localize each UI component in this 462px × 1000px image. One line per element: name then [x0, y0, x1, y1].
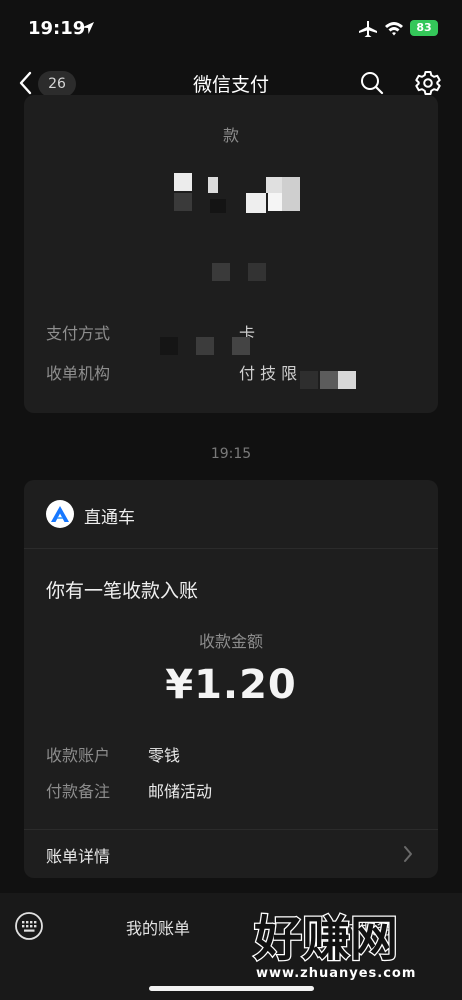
service-header: 直通车 — [46, 500, 406, 530]
received-amount: ¥1.20 — [165, 662, 297, 708]
gear-icon[interactable] — [414, 69, 442, 97]
previous-card-heading: 款 — [222, 126, 239, 145]
service-name: 直通车 — [84, 508, 135, 528]
previous-payment-card[interactable]: 款 支付方式 卡 收单机构 付 技 限 — [24, 95, 438, 413]
detail-label-remark: 付款备注 — [46, 782, 111, 801]
airplane-icon — [359, 21, 377, 37]
message-timestamp: 19:15 — [210, 446, 252, 462]
status-time: 19:19 — [28, 18, 86, 39]
status-bar: 19:19 83 — [0, 0, 462, 58]
bill-details-label: 账单详情 — [46, 847, 111, 866]
keyboard-icon[interactable] — [14, 911, 44, 941]
detail-label-account: 收款账户 — [46, 746, 111, 765]
amount-label: 收款金额 — [198, 632, 263, 651]
previous-card-row-label: 支付方式 — [46, 324, 111, 343]
pixelated-details — [160, 335, 360, 395]
search-icon[interactable] — [359, 70, 385, 96]
home-indicator — [149, 986, 314, 991]
previous-card-row-label: 收单机构 — [46, 364, 111, 383]
pixelated-amount — [174, 173, 304, 223]
service-logo-icon — [46, 500, 74, 528]
chevron-right-icon — [404, 846, 412, 862]
bottom-tab-bar: 我的账单 支付服务 好赚网 www.zhuanyes.com — [0, 893, 462, 1000]
page-title: 微信支付 — [192, 74, 269, 96]
location-arrow-icon — [82, 22, 94, 34]
wifi-icon — [385, 22, 403, 36]
detail-value-remark: 邮储活动 — [148, 782, 213, 801]
bill-details-link[interactable]: 账单详情 — [24, 830, 438, 878]
notification-headline: 你有一笔收款入账 — [46, 580, 199, 602]
wechat-pay-screen: 19:19 83 26 微信支付 款 支付方式 卡 收单机构 付 技 限 19:… — [0, 0, 462, 1000]
detail-value-account: 零钱 — [148, 746, 181, 765]
watermark-main-text: 好赚网 — [253, 911, 398, 967]
payment-received-card[interactable]: 直通车 你有一笔收款入账 收款金额 ¥1.20 收款账户 零钱 付款备注 邮储活… — [24, 480, 438, 878]
pixelated-status — [212, 263, 282, 283]
watermark-url-text: www.zhuanyes.com — [256, 966, 416, 981]
watermark-logo: 好赚网 www.zhuanyes.com — [252, 910, 416, 981]
tab-my-bills[interactable]: 我的账单 — [110, 915, 206, 939]
card-divider — [24, 548, 438, 549]
battery-indicator: 83 — [410, 20, 438, 36]
